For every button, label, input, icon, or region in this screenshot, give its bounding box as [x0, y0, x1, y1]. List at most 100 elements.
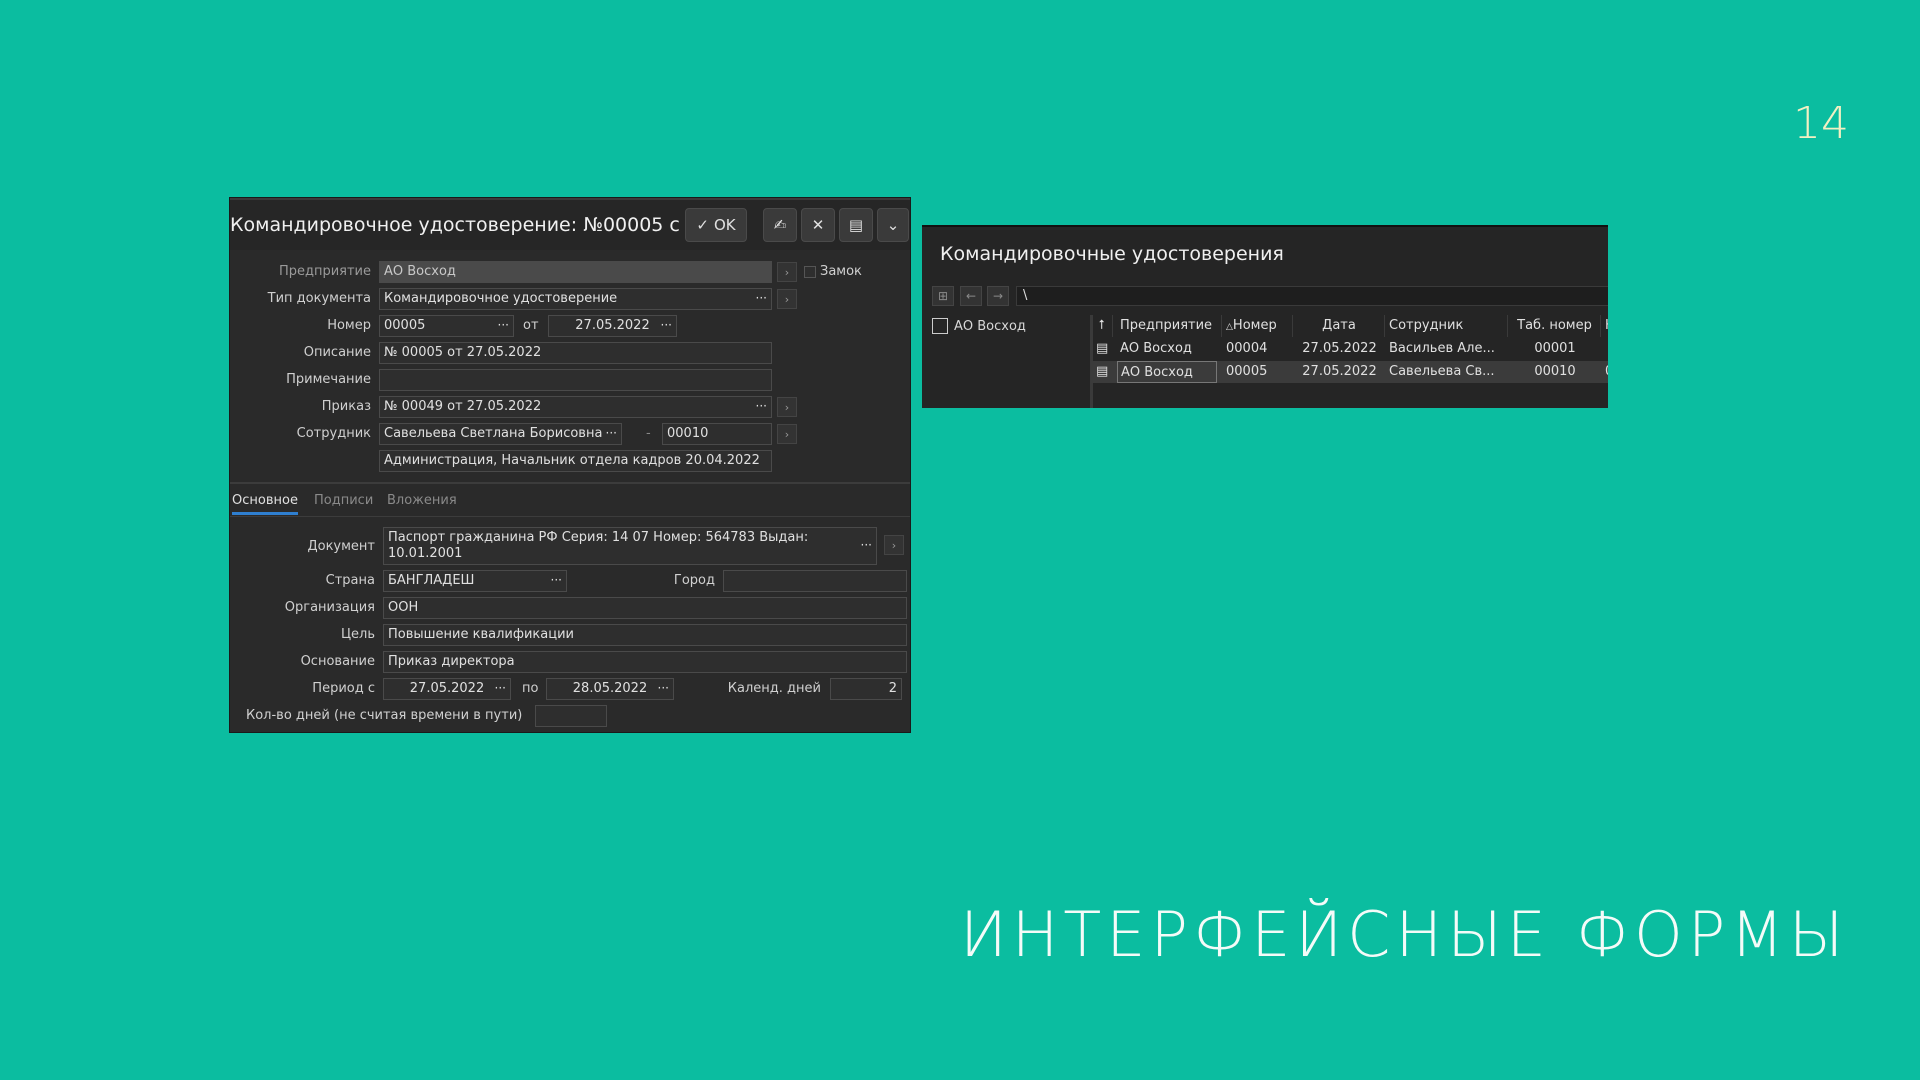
column-header-enterprise[interactable]: Предприятие: [1117, 315, 1222, 337]
country-label: Страна: [325, 573, 375, 588]
ellipsis-icon[interactable]: ···: [756, 290, 767, 306]
tree-item[interactable]: АО Восход: [932, 318, 1026, 334]
description-label: Описание: [303, 345, 371, 360]
employee-label: Сотрудник: [296, 426, 371, 441]
travel-certificate-form: Командировочное удостоверение: №00005 с …: [229, 197, 911, 733]
ellipsis-icon[interactable]: ···: [606, 425, 617, 441]
organization-field[interactable]: ООН: [383, 597, 907, 619]
list-toolbar: ⊞ ← → \: [922, 284, 1608, 308]
cell-extra: [1605, 338, 1608, 360]
forward-arrow-icon[interactable]: →: [987, 286, 1009, 306]
city-field[interactable]: [723, 570, 907, 592]
column-header-employee[interactable]: Сотрудник: [1386, 315, 1508, 337]
cell-date: 27.05.2022: [1302, 341, 1377, 356]
organization-label: Организация: [284, 600, 375, 615]
column-header-number-label: Номер: [1232, 318, 1277, 333]
column-header-extra[interactable]: Но: [1602, 315, 1608, 337]
check-icon: ✓: [696, 216, 709, 234]
document-label: Документ: [307, 539, 375, 554]
calendar-days-label: Календ. дней: [727, 681, 821, 696]
sort-ascending-icon: △: [1226, 322, 1233, 332]
document-open-arrow[interactable]: ›: [884, 535, 904, 555]
date-value: 27.05.2022: [575, 318, 650, 333]
column-header-number[interactable]: △Номер: [1223, 315, 1293, 337]
enterprise-field[interactable]: АО Восход: [379, 261, 772, 283]
ellipsis-icon[interactable]: ···: [495, 680, 506, 696]
cell-employee: Савельева Св...: [1389, 364, 1495, 379]
records-grid: ⭡ Предприятие △Номер Дата Сотрудник Таб.…: [1091, 315, 1608, 408]
ok-button[interactable]: ✓ OK: [685, 208, 747, 242]
tab-main[interactable]: Основное: [232, 493, 298, 508]
period-to-field[interactable]: 28.05.2022 ···: [546, 678, 674, 700]
goal-label: Цель: [340, 627, 375, 642]
order-field[interactable]: № 00049 от 27.05.2022 ···: [379, 396, 772, 418]
ok-label: OK: [713, 216, 736, 234]
enterprise-open-arrow[interactable]: ›: [777, 262, 797, 282]
tab-attachments[interactable]: Вложения: [387, 493, 457, 508]
cell-enterprise: АО Восход: [1117, 361, 1217, 383]
number-label: Номер: [327, 318, 371, 333]
lock-checkbox[interactable]: [804, 266, 816, 278]
city-label: Город: [673, 573, 715, 588]
tree-icon[interactable]: ⊞: [932, 286, 954, 306]
cell-number: 00004: [1226, 341, 1268, 356]
list-title: Командировочные удостоверения: [940, 243, 1284, 265]
description-field[interactable]: № 00005 от 27.05.2022: [379, 342, 772, 364]
chevron-down-icon: ⌄: [886, 216, 900, 234]
employee-open-arrow[interactable]: ›: [777, 424, 797, 444]
up-level-icon[interactable]: ⭡: [1091, 315, 1113, 337]
ellipsis-icon[interactable]: ···: [756, 398, 767, 414]
doctype-value: Командировочное удостоверение: [384, 291, 618, 306]
goal-field[interactable]: Повышение квалификации: [383, 624, 907, 646]
note-field[interactable]: [379, 369, 772, 391]
period-to-label: по: [522, 681, 539, 696]
calendar-days-field[interactable]: 2: [830, 678, 902, 700]
country-field[interactable]: БАНГЛАДЕШ ···: [383, 570, 567, 592]
close-button[interactable]: ✕: [801, 208, 835, 242]
lock-label: Замок: [820, 264, 862, 279]
order-value: № 00049 от 27.05.2022: [384, 399, 542, 414]
doctype-field[interactable]: Командировочное удостоверение ···: [379, 288, 772, 310]
basis-label: Основание: [300, 654, 375, 669]
splitter[interactable]: [230, 482, 910, 484]
period-from-value: 27.05.2022: [409, 681, 485, 696]
basis-field[interactable]: Приказ директора: [383, 651, 907, 673]
column-header-tab-number[interactable]: Таб. номер: [1509, 315, 1601, 337]
date-field[interactable]: 27.05.2022 ···: [548, 315, 677, 337]
ellipsis-icon[interactable]: ···: [551, 572, 562, 588]
ellipsis-icon[interactable]: ···: [861, 537, 872, 553]
period-from-label: Период с: [312, 681, 375, 696]
period-from-field[interactable]: 27.05.2022 ···: [383, 678, 511, 700]
document-icon: ▤: [1096, 341, 1109, 356]
order-label: Приказ: [321, 399, 371, 414]
cell-number: 00005: [1226, 364, 1268, 379]
tab-signatures[interactable]: Подписи: [314, 493, 373, 508]
ellipsis-icon[interactable]: ···: [658, 680, 669, 696]
form-title: Командировочное удостоверение: №00005 с: [230, 214, 680, 236]
period-to-value: 28.05.2022: [572, 681, 648, 696]
cell-date: 27.05.2022: [1302, 364, 1377, 379]
order-open-arrow[interactable]: ›: [777, 397, 797, 417]
slide-title: ИНТЕРФЕЙСНЫЕ ФОРМЫ: [960, 898, 1849, 971]
document-value: Паспорт гражданина РФ Серия: 14 07 Номер…: [388, 530, 809, 561]
doctype-label: Тип документа: [267, 291, 371, 306]
days-field[interactable]: [535, 705, 607, 727]
tab-number-field[interactable]: 00010: [662, 423, 772, 445]
column-header-date[interactable]: Дата: [1294, 315, 1385, 337]
cell-enterprise: АО Восход: [1120, 341, 1192, 356]
back-arrow-icon[interactable]: ←: [960, 286, 982, 306]
country-value: БАНГЛАДЕШ: [388, 573, 475, 588]
cell-extra: 00: [1605, 361, 1608, 383]
doctype-open-arrow[interactable]: ›: [777, 289, 797, 309]
calendar-ellipsis-icon[interactable]: ···: [661, 317, 672, 333]
document-field[interactable]: Паспорт гражданина РФ Серия: 14 07 Номер…: [383, 527, 877, 565]
ellipsis-icon[interactable]: ···: [498, 317, 509, 333]
employee-field[interactable]: Савельева Светлана Борисовна ···: [379, 423, 622, 445]
cell-employee: Васильев Але...: [1389, 341, 1495, 356]
number-field[interactable]: 00005 ···: [379, 315, 514, 337]
more-button[interactable]: ⌄: [877, 208, 909, 242]
document-button[interactable]: ▤: [839, 208, 873, 242]
path-field[interactable]: \: [1016, 286, 1608, 306]
tree-panel: АО Восход: [930, 315, 1093, 408]
sign-button[interactable]: ✍: [763, 208, 797, 242]
